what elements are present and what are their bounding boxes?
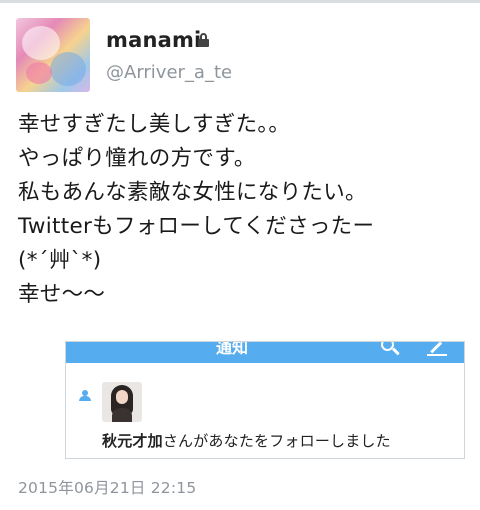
follower-avatar [102, 382, 142, 422]
display-name[interactable]: manami [106, 28, 201, 52]
attached-screenshot[interactable]: 通知 秋元才加さんがあなたをフォローしました [65, 341, 465, 459]
search-icon [381, 342, 400, 356]
follow-message: さんがあなたをフォローしました [162, 432, 391, 450]
top-divider [0, 0, 480, 3]
tweet-line: 幸せ〜〜 [18, 282, 106, 307]
lock-icon [198, 33, 209, 47]
compose-icon [427, 342, 451, 358]
tweet-line: Twitterもフォローしてくださったー [18, 214, 375, 239]
follow-notification-text: 秋元才加さんがあなたをフォローしました [102, 430, 391, 451]
follower-name: 秋元才加 [102, 432, 163, 450]
tweet-timestamp[interactable]: 2015年06月21日 22:15 [18, 476, 196, 498]
notifications-title: 通知 [216, 341, 249, 357]
tweet-line: 私もあんな素敵な女性になりたい。 [18, 180, 367, 205]
follow-person-icon [79, 390, 91, 402]
tweet-line: (*´艸`*) [18, 248, 102, 273]
user-handle[interactable]: @Arriver_a_te [106, 62, 232, 83]
profile-avatar[interactable] [16, 18, 90, 92]
notifications-header-bar [66, 342, 464, 363]
tweet-text: 幸せすぎたし美しすぎた。。 やっぱり憧れの方です。 私もあんな素敵な女性になりた… [18, 110, 470, 310]
tweet-line: 幸せすぎたし美しすぎた。。 [18, 112, 291, 137]
tweet-line: やっぱり憧れの方です。 [18, 146, 256, 171]
